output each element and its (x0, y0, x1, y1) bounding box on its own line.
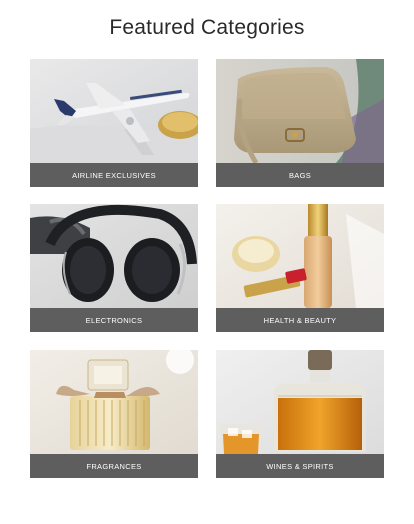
cosmetics-image (216, 204, 384, 308)
whisky-decanter-image (216, 350, 384, 454)
category-label: FRAGRANCES (30, 454, 198, 478)
category-label: ELECTRONICS (30, 308, 198, 332)
category-label: HEALTH & BEAUTY (216, 308, 384, 332)
category-tile-wines-spirits[interactable]: WINES & SPIRITS (216, 350, 384, 478)
category-label: AIRLINE EXCLUSIVES (30, 163, 198, 187)
headphones-image (30, 204, 198, 308)
category-tile-electronics[interactable]: ELECTRONICS (30, 204, 198, 332)
category-label: BAGS (216, 163, 384, 187)
category-label: WINES & SPIRITS (216, 454, 384, 478)
perfume-bottle-image (30, 350, 198, 454)
category-tile-health-beauty[interactable]: HEALTH & BEAUTY (216, 204, 384, 332)
handbag-image (216, 59, 384, 163)
airplane-model-image (30, 59, 198, 163)
category-tile-bags[interactable]: BAGS (216, 59, 384, 187)
page-title: Featured Categories (109, 16, 305, 39)
category-tile-fragrances[interactable]: FRAGRANCES (30, 350, 198, 478)
category-tile-airline-exclusives[interactable]: AIRLINE EXCLUSIVES (30, 59, 198, 187)
